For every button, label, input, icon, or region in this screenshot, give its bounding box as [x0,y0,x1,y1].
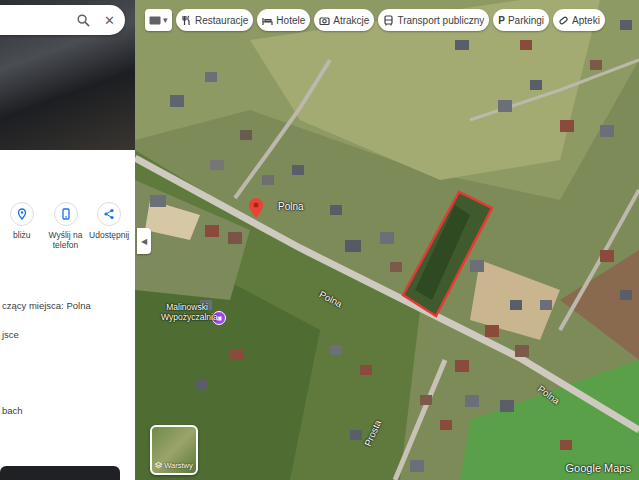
layers-button[interactable]: Warstwy [150,425,198,475]
restaurant-icon [181,15,192,26]
action-button[interactable]: Udostępnij [87,202,131,250]
detail-row[interactable]: bach [2,405,135,417]
category-chip[interactable]: Apteki [553,9,605,31]
shopping-icon[interactable] [212,311,226,325]
maps-screen: ✕ bliżu Wyślij na telefonUdostępnij czący m… [0,0,639,480]
map-view[interactable]: ▾RestauracjeHoteleAtrakcjeTransport publ… [135,0,639,480]
category-chip[interactable]: Restauracje [176,9,253,31]
pin-label[interactable]: Polna [278,201,304,212]
collapse-button[interactable]: ◀ [137,228,151,254]
side-panel: ✕ bliżu Wyślij na telefonUdostępnij czący m… [0,0,135,480]
phone-icon [60,208,72,220]
category-bar: ▾RestauracjeHoteleAtrakcjeTransport publ… [145,9,605,31]
place-photo: ✕ [0,0,135,150]
action-circle [54,202,78,226]
detail-row[interactable]: jsce [2,329,135,341]
camera-icon [319,15,330,26]
parking-icon: P [498,15,505,26]
category-chip[interactable]: PParkingi [493,9,549,31]
bottom-card[interactable] [0,466,120,480]
category-chip[interactable]: Atrakcje [314,9,374,31]
action-button[interactable]: bliżu [0,202,44,250]
location-pin-icon[interactable] [249,198,263,218]
search-icon[interactable] [77,14,90,27]
attribution: Google Maps [566,462,631,474]
layers-label: Warstwy [155,461,192,473]
action-circle [97,202,121,226]
category-chip[interactable]: Hotele [257,9,310,31]
pharmacy-icon [558,15,569,26]
action-label: Udostępnij [89,230,129,240]
action-row: bliżu Wyślij na telefonUdostępnij [0,202,135,250]
layers-icon [155,462,162,469]
share-icon [103,208,115,220]
hotel-icon [262,15,273,26]
search-box[interactable]: ✕ [0,5,125,35]
place-label[interactable]: Malinowski Wypożyczalnia [161,302,213,322]
action-label: Wyślij na telefon [44,230,88,250]
details-list: czący miejsca: Polna jsce bach [0,300,135,417]
keyboard-icon [149,16,161,25]
category-chip[interactable]: Transport publiczny [378,9,489,31]
satellite-map[interactable] [135,0,639,480]
nearby-icon [16,208,28,220]
detail-row[interactable]: czący miejsca: Polna [2,300,135,312]
action-label: bliżu [13,230,30,240]
action-circle [10,202,34,226]
clear-button[interactable]: ✕ [104,13,115,28]
plot-outline [403,192,492,316]
action-button[interactable]: Wyślij na telefon [44,202,88,250]
map-type-chip[interactable]: ▾ [145,9,172,31]
bus-icon [383,15,394,26]
